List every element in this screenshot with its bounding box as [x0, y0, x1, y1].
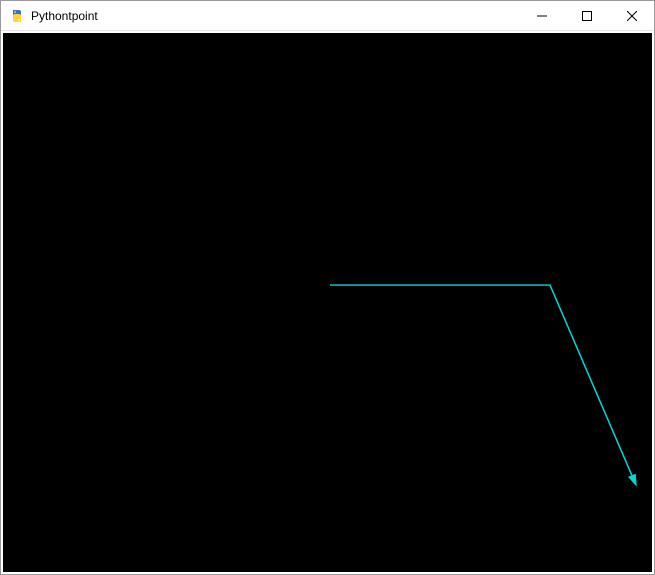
canvas-container	[1, 31, 654, 574]
close-button[interactable]	[609, 1, 654, 30]
window-title: Pythontpoint	[31, 9, 519, 23]
maximize-button[interactable]	[564, 1, 609, 30]
window-controls	[519, 1, 654, 30]
titlebar: Pythontpoint	[1, 1, 654, 31]
turtle-cursor-icon	[628, 474, 637, 487]
turtle-canvas	[3, 33, 652, 572]
app-icon	[9, 8, 25, 24]
minimize-button[interactable]	[519, 1, 564, 30]
app-window: Pythontpoint	[0, 0, 655, 575]
turtle-drawing	[3, 33, 652, 572]
